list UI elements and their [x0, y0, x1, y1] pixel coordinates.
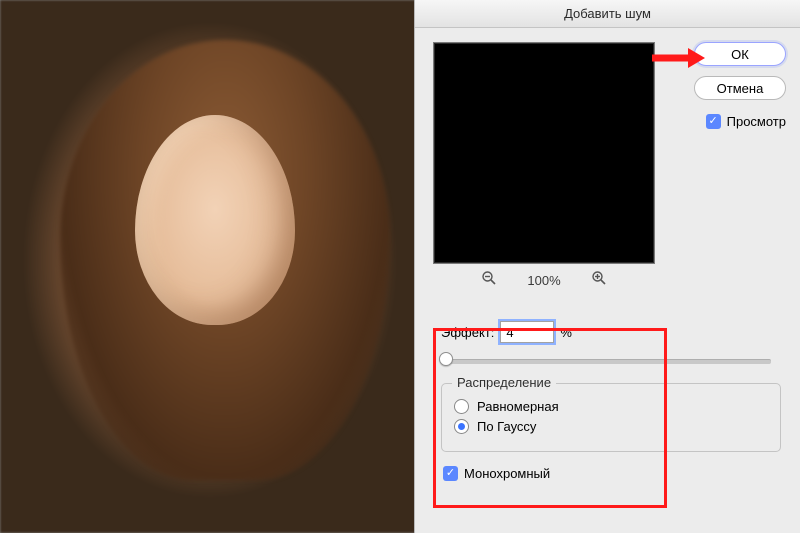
zoom-level-label: 100%: [527, 273, 560, 288]
distribution-uniform-option[interactable]: Равномерная: [454, 399, 768, 414]
distribution-gaussian-option[interactable]: По Гауссу: [454, 419, 768, 434]
amount-input[interactable]: [500, 321, 554, 343]
noise-preview-thumbnail[interactable]: [433, 42, 655, 264]
distribution-fieldset: Распределение Равномерная По Гауссу: [441, 383, 781, 452]
add-noise-dialog: Добавить шум ОК Отмена ✓ Просмотр 100%: [414, 0, 800, 533]
monochrome-checkbox-icon: ✓: [443, 466, 458, 481]
monochrome-label: Монохромный: [464, 466, 550, 481]
zoom-in-icon[interactable]: [591, 270, 607, 291]
radio-off-icon: [454, 399, 469, 414]
gaussian-label: По Гауссу: [477, 419, 536, 434]
radio-on-icon: [454, 419, 469, 434]
zoom-out-icon[interactable]: [481, 270, 497, 291]
uniform-label: Равномерная: [477, 399, 559, 414]
preview-toggle[interactable]: ✓ Просмотр: [706, 114, 786, 129]
cancel-button[interactable]: Отмена: [694, 76, 786, 100]
amount-slider-thumb[interactable]: [439, 352, 453, 366]
ok-button[interactable]: ОК: [694, 42, 786, 66]
distribution-legend: Распределение: [452, 375, 556, 390]
dialog-title: Добавить шум: [415, 0, 800, 28]
preview-label: Просмотр: [727, 114, 786, 129]
amount-slider[interactable]: [441, 351, 771, 369]
amount-unit: %: [560, 325, 572, 340]
monochrome-toggle[interactable]: ✓ Монохромный: [443, 466, 786, 481]
preview-checkbox-icon: ✓: [706, 114, 721, 129]
amount-label: Эффект:: [441, 325, 494, 340]
